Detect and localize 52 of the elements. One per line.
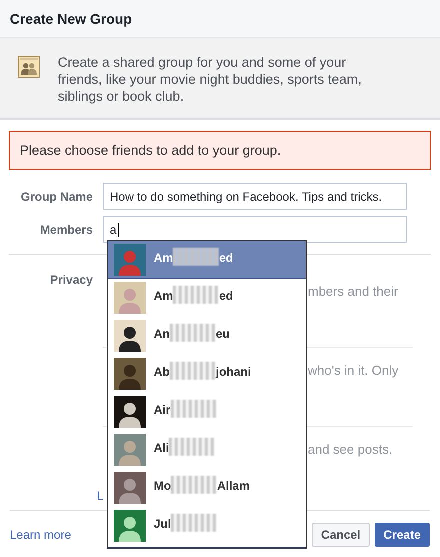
redaction-blur bbox=[171, 514, 218, 532]
friend-name: Mo bbox=[154, 479, 172, 493]
friend-name: Allam bbox=[217, 479, 250, 493]
intro-text: Create a shared group for you and some of your friends, like your movie night buddies, sports team, siblings or book club. bbox=[58, 54, 363, 105]
avatar-icon bbox=[114, 434, 146, 466]
redaction-blur bbox=[171, 476, 218, 494]
redaction-blur bbox=[170, 362, 216, 380]
learn-more-link[interactable]: L bbox=[97, 489, 104, 503]
suggestion-item[interactable]: Am ed bbox=[108, 279, 306, 317]
privacy-description: mbers and their bbox=[308, 284, 398, 299]
friend-name: eu bbox=[216, 327, 230, 341]
create-button[interactable]: Create bbox=[374, 523, 430, 547]
friend-name: Am bbox=[154, 251, 174, 265]
suggestion-item[interactable]: Jul bbox=[108, 507, 306, 545]
redaction-blur bbox=[170, 400, 217, 418]
friend-name: ed bbox=[219, 289, 234, 303]
redaction-blur bbox=[173, 286, 220, 304]
friend-name: Ab bbox=[154, 365, 170, 379]
privacy-description: and see posts. bbox=[308, 442, 393, 457]
friend-name: Air bbox=[154, 403, 171, 417]
suggestion-item[interactable]: Mo Allam bbox=[108, 469, 306, 507]
avatar-icon bbox=[114, 244, 146, 276]
friend-name: johani bbox=[216, 365, 252, 379]
privacy-description: who's in it. Only bbox=[308, 363, 399, 378]
avatar-icon bbox=[114, 396, 146, 428]
field-label: Members bbox=[39, 222, 93, 236]
field-label: Privacy bbox=[49, 273, 93, 289]
cancel-button[interactable]: Cancel bbox=[312, 523, 370, 547]
redaction-blur bbox=[173, 248, 220, 266]
avatar-icon bbox=[114, 358, 146, 390]
friend-name: Ali bbox=[154, 441, 170, 455]
suggestion-item[interactable]: Ali bbox=[108, 431, 306, 469]
group-icon bbox=[18, 56, 40, 78]
dialog-title: Create New Group bbox=[10, 10, 132, 26]
suggestion-item[interactable]: An eu bbox=[108, 317, 306, 355]
avatar-icon bbox=[114, 472, 146, 504]
avatar-icon bbox=[114, 282, 146, 314]
friend-name: An bbox=[154, 327, 170, 341]
error-message: Please choose friends to add to your group. bbox=[9, 131, 431, 170]
learn-more-link[interactable]: Learn more bbox=[10, 528, 72, 542]
redaction-blur bbox=[169, 438, 216, 456]
suggestion-item[interactable]: Am ed bbox=[108, 241, 306, 279]
avatar-icon bbox=[114, 510, 146, 542]
friend-name: Am bbox=[154, 289, 174, 303]
friend-name: Jul bbox=[154, 517, 172, 531]
friend-name: ed bbox=[219, 251, 234, 265]
group-name-field[interactable]: How to do something on Facebook. Tips and tricks. bbox=[103, 183, 407, 210]
redaction-blur bbox=[170, 324, 216, 342]
suggestion-item[interactable]: Ab johani bbox=[108, 355, 306, 393]
suggestion-item[interactable]: Air bbox=[108, 393, 306, 431]
avatar-icon bbox=[114, 320, 146, 352]
field-label: Group Name bbox=[20, 190, 93, 204]
